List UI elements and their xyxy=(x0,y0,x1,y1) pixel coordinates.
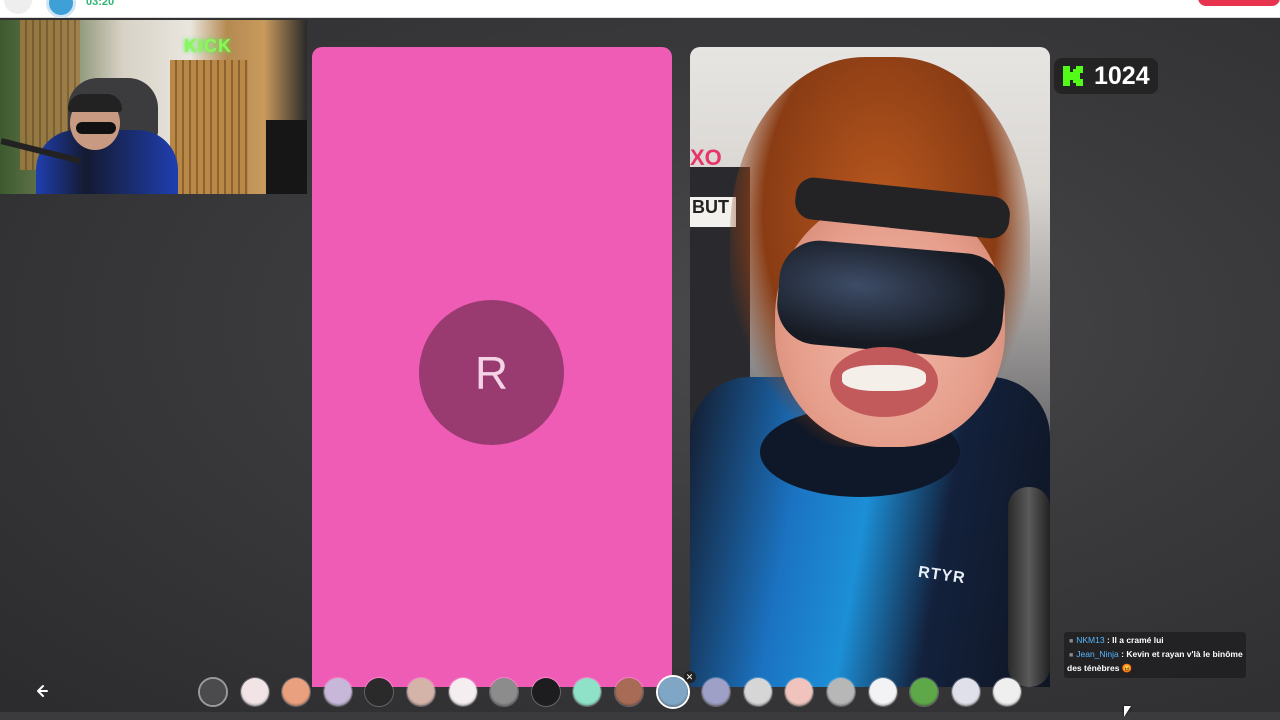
mouse-cursor xyxy=(1124,706,1131,717)
filter-green-face[interactable] xyxy=(909,677,940,707)
blush-face-icon xyxy=(240,678,269,706)
green-face-icon xyxy=(910,678,939,706)
filter-peach-face[interactable] xyxy=(281,677,312,707)
filter-man-face[interactable] xyxy=(613,677,644,707)
participant-tile[interactable]: R xyxy=(312,47,672,687)
panda-face-icon xyxy=(993,678,1022,706)
man-face-icon xyxy=(614,678,643,706)
streamer-cap xyxy=(68,94,122,112)
top-bar: 03:20 xyxy=(0,0,1280,18)
monitor xyxy=(266,120,307,194)
pink-face-icon xyxy=(785,678,814,706)
meter-face-icon xyxy=(365,678,394,706)
streamer-webcam: KICK xyxy=(0,20,307,194)
filter-blush-face[interactable] xyxy=(239,677,270,707)
blur-face-icon xyxy=(702,678,731,706)
kick-logo-icon xyxy=(1060,63,1086,89)
home-button[interactable] xyxy=(4,0,32,14)
filter-no-filter[interactable] xyxy=(198,677,228,707)
filter-stars-face[interactable] xyxy=(867,677,898,707)
chat-message: ■ NKM13 : Il a cramé lui xyxy=(1067,634,1243,648)
cute-face-icon xyxy=(448,678,477,706)
chat-separator: : xyxy=(1104,635,1113,645)
back-button[interactable] xyxy=(29,678,55,704)
face-filter-bar: ✕ xyxy=(198,671,1034,712)
close-icon[interactable]: ✕ xyxy=(683,671,696,683)
neon-sign: KICK xyxy=(184,36,232,56)
participant-video-tile[interactable]: XO BUT RTYR xyxy=(690,47,1050,687)
filter-mask-face[interactable] xyxy=(825,677,856,707)
wall-panel xyxy=(170,60,248,194)
teeth xyxy=(842,365,926,391)
chat-username: NKM13 xyxy=(1076,635,1105,645)
pale-face-icon xyxy=(951,678,980,706)
filter-donkey-face[interactable] xyxy=(489,677,520,707)
filter-panda-face[interactable] xyxy=(992,677,1023,707)
filter-wig-face[interactable]: ✕ xyxy=(655,671,696,709)
bullet-icon: ■ xyxy=(1069,638,1074,645)
filter-sad-face[interactable] xyxy=(742,677,773,707)
microphone xyxy=(1008,487,1050,687)
bullet-icon: ■ xyxy=(1069,652,1074,659)
arrow-left-icon xyxy=(37,685,48,697)
filter-bearded-face[interactable] xyxy=(405,677,436,707)
filter-meter-face[interactable] xyxy=(364,677,395,707)
wall-sign: XO xyxy=(690,145,722,170)
donkey-face-icon xyxy=(490,678,519,706)
devil-face-icon xyxy=(531,678,560,706)
call-timer: 03:20 xyxy=(86,0,115,8)
peach-face-icon xyxy=(282,678,311,706)
stars-face-icon xyxy=(868,678,897,706)
participant-avatar: R xyxy=(419,300,564,445)
viewer-count: 1024 xyxy=(1094,61,1150,90)
chat-username: Jean_Ninja xyxy=(1076,649,1119,659)
sunglasses xyxy=(773,237,1009,361)
mask-face-icon xyxy=(826,678,855,706)
filter-pink-face[interactable] xyxy=(784,677,815,707)
avatar[interactable] xyxy=(46,0,76,18)
end-call-button[interactable] xyxy=(1198,0,1280,6)
filter-blur-face[interactable] xyxy=(701,677,732,707)
filter-devil-face[interactable] xyxy=(530,677,561,707)
wall-sign: BUT xyxy=(690,197,736,227)
streamer-glasses xyxy=(76,122,116,134)
filter-alien-face[interactable] xyxy=(572,677,603,707)
wig-face-icon xyxy=(657,677,688,707)
filter-cute-face[interactable] xyxy=(447,677,478,707)
sad-face-icon xyxy=(743,678,772,706)
alien-face-icon xyxy=(573,678,602,706)
chat-overlay: ■ NKM13 : Il a cramé lui ■ Jean_Ninja : Ke… xyxy=(1064,632,1246,678)
bottom-strip xyxy=(0,712,1280,720)
filter-robot-face[interactable] xyxy=(322,677,353,707)
chat-text: Il a cramé lui xyxy=(1112,635,1164,645)
robot-face-icon xyxy=(323,678,352,706)
bearded-face-icon xyxy=(406,678,435,706)
viewer-count-badge: 1024 xyxy=(1054,58,1158,94)
filter-pale-face[interactable] xyxy=(950,677,981,707)
no-filter-icon xyxy=(200,679,226,705)
chat-message: ■ Jean_Ninja : Kevin et rayan v'là le bin… xyxy=(1067,648,1243,675)
